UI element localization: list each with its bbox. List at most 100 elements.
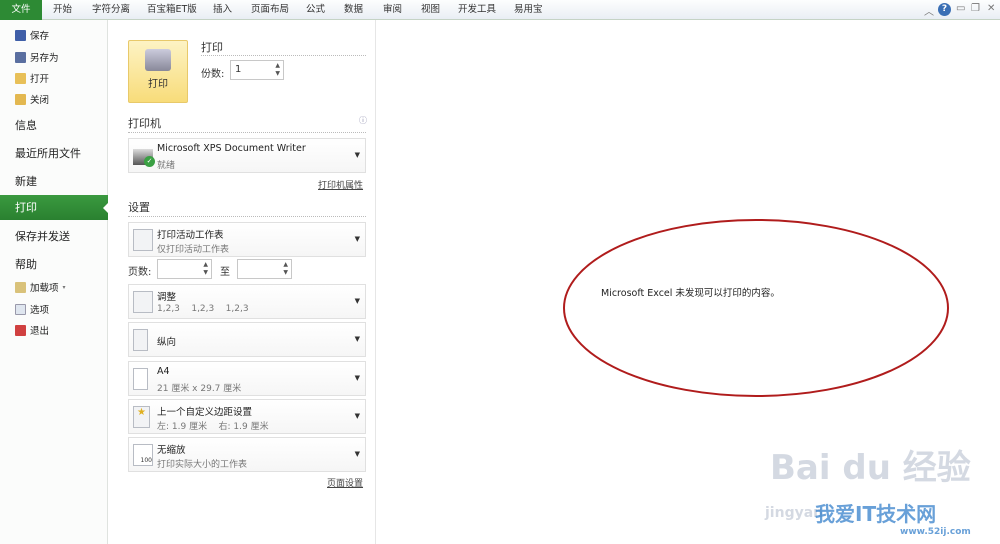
copies-input[interactable]: 1 ▲ ▼	[230, 60, 284, 80]
portrait-icon	[133, 329, 148, 351]
title: 打印活动工作表	[157, 230, 224, 241]
save-button[interactable]: 保存	[15, 28, 49, 42]
paper-size-dropdown[interactable]: A4 21 厘米 x 29.7 厘米 ▼	[128, 361, 366, 396]
tab-easy[interactable]: 易用宝	[514, 0, 543, 20]
open-folder-icon	[15, 72, 26, 84]
tab-insert[interactable]: 插入	[213, 0, 232, 20]
addins-icon	[15, 281, 26, 293]
chevron-down-icon: ▼	[354, 151, 360, 159]
printer-properties-link[interactable]: 打印机属性	[318, 178, 363, 191]
subtitle: 21 厘米 x 29.7 厘米	[157, 384, 242, 394]
options-button[interactable]: 选项	[15, 302, 49, 316]
pages-to-input[interactable]: ▲ ▼	[237, 259, 292, 279]
orientation-dropdown[interactable]: 纵向 ▼	[128, 322, 366, 357]
margins-dropdown[interactable]: ★ 上一个自定义边距设置左: 1.9 厘米 右: 1.9 厘米 ▼	[128, 399, 366, 434]
tab-data[interactable]: 数据	[344, 0, 363, 20]
ribbon-tabs: 文件 开始 字符分离 百宝箱ET版 插入 页面布局 公式 数据 审阅 视图 开发…	[0, 0, 1000, 20]
to-label: 至	[220, 267, 230, 278]
tab-file[interactable]: 文件	[0, 0, 42, 20]
sidebar-item-print[interactable]: 打印	[0, 195, 109, 220]
save-icon	[15, 29, 26, 41]
chevron-down-icon: ▼	[354, 412, 360, 420]
chevron-down-icon: ▼	[354, 450, 360, 458]
no-content-message: Microsoft Excel 未发现可以打印的内容。	[601, 288, 780, 299]
print-heading: 打印	[201, 41, 223, 54]
divider	[201, 55, 366, 56]
chevron-down-icon: ▼	[354, 297, 360, 305]
subtitle: 1,2,3 1,2,3 1,2,3	[157, 304, 249, 314]
copies-value: 1	[235, 64, 242, 75]
tab-home[interactable]: 开始	[53, 0, 72, 20]
title: 无缩放	[157, 445, 186, 456]
ready-check-icon: ✓	[144, 156, 155, 167]
print-what-dropdown[interactable]: 打印活动工作表 仅打印活动工作表 ▼	[128, 222, 366, 257]
spinner-arrows-icon[interactable]: ▲ ▼	[283, 261, 288, 277]
label: 关闭	[30, 95, 50, 106]
tab-toolbox[interactable]: 百宝箱ET版	[147, 0, 197, 20]
dropdown-arrow-icon: ▾	[62, 283, 66, 291]
title: 上一个自定义边距设置	[157, 407, 253, 418]
subtitle: 仅打印活动工作表	[157, 245, 230, 255]
label: 另存为	[30, 53, 59, 64]
divider	[128, 132, 366, 133]
worksheet-icon	[133, 229, 153, 251]
save-as-icon	[15, 51, 26, 63]
spinner-arrows-icon[interactable]: ▲ ▼	[275, 62, 280, 78]
sidebar-item-new[interactable]: 新建	[15, 173, 37, 189]
printer-heading: 打印机	[128, 117, 161, 130]
tab-formulas[interactable]: 公式	[306, 0, 325, 20]
watermark-baidu: Bai du 经验	[770, 448, 971, 488]
tab-page-layout[interactable]: 页面布局	[251, 0, 289, 20]
annotation-ellipse	[563, 219, 949, 397]
subtitle: 左: 1.9 厘米 右: 1.9 厘米	[157, 422, 269, 432]
save-as-button[interactable]: 另存为	[15, 50, 59, 64]
exit-button[interactable]: 退出	[15, 323, 49, 337]
tab-char-split[interactable]: 字符分离	[92, 0, 130, 20]
collapse-ribbon-icon[interactable]: ︿	[924, 3, 934, 18]
close-icon[interactable]: ✕	[987, 3, 995, 14]
print-settings-panel: 打印 打印 份数: 1 ▲ ▼ 打印机 ⓘ ✓ Microsoft XPS Docu…	[118, 20, 376, 544]
help-icon[interactable]: ?	[938, 3, 951, 16]
pages-from-input[interactable]: ▲ ▼	[157, 259, 212, 279]
title: 调整	[157, 292, 177, 303]
restore-icon[interactable]: ❐	[971, 3, 980, 14]
info-icon[interactable]: ⓘ	[359, 115, 367, 126]
spinner-arrows-icon[interactable]: ▲ ▼	[203, 261, 208, 277]
copies-label: 份数:	[201, 69, 225, 80]
tab-developer[interactable]: 开发工具	[458, 0, 496, 20]
label: 选项	[30, 305, 50, 316]
scaling-dropdown[interactable]: 100 无缩放 打印实际大小的工作表 ▼	[128, 437, 366, 472]
printer-name: Microsoft XPS Document Writer	[157, 143, 306, 154]
watermark-url: www.52ij.com	[900, 527, 971, 537]
sidebar-item-save-send[interactable]: 保存并发送	[15, 228, 70, 244]
close-folder-icon	[15, 93, 26, 105]
sidebar-item-help[interactable]: 帮助	[15, 256, 37, 272]
margins-star-icon: ★	[133, 406, 150, 428]
chevron-down-icon: ▼	[354, 335, 360, 343]
close-button[interactable]: 关闭	[15, 92, 49, 106]
addins-button[interactable]: 加载项 ▾	[15, 280, 66, 294]
label: 保存	[30, 31, 50, 42]
page-setup-link[interactable]: 页面设置	[327, 476, 363, 489]
open-button[interactable]: 打开	[15, 71, 49, 85]
print-button-label: 打印	[148, 79, 168, 90]
tab-review[interactable]: 审阅	[383, 0, 402, 20]
paper-icon	[133, 368, 148, 390]
label: 打开	[30, 74, 50, 85]
chevron-down-icon: ▼	[354, 374, 360, 382]
sidebar-item-info[interactable]: 信息	[15, 117, 37, 133]
backstage-sidebar: 保存 另存为 打开 关闭 信息 最近所用文件 新建 打印 保存并发送 帮助 加载…	[0, 20, 109, 544]
tab-view[interactable]: 视图	[421, 0, 440, 20]
collate-icon	[133, 291, 153, 313]
printer-dropdown[interactable]: ✓ Microsoft XPS Document Writer 就绪 ▼	[128, 138, 366, 173]
sidebar-item-recent[interactable]: 最近所用文件	[15, 145, 81, 161]
collate-dropdown[interactable]: 调整 1,2,3 1,2,3 1,2,3 ▼	[128, 284, 366, 319]
divider	[128, 216, 366, 217]
print-button[interactable]: 打印	[128, 40, 188, 103]
label: 加载项	[30, 283, 59, 294]
title: 纵向	[157, 337, 177, 348]
exit-icon	[15, 324, 26, 336]
minimize-icon[interactable]: ▭	[956, 3, 965, 14]
options-icon	[15, 303, 26, 315]
watermark-site: 我爱IT技术网	[815, 502, 937, 526]
